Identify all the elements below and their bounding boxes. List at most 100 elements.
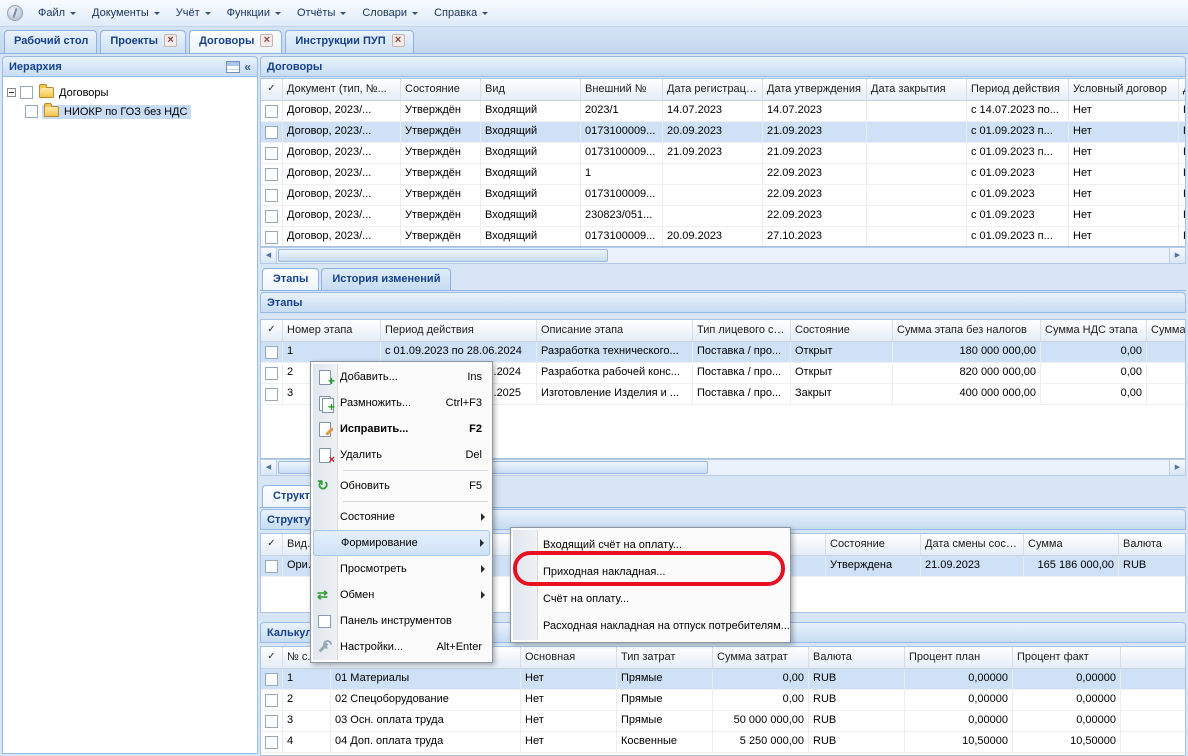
- menu-item-state[interactable]: Состояние: [313, 504, 490, 530]
- table-row[interactable]: Договор, 2023/...УтверждёнВходящий017310…: [261, 227, 1185, 247]
- column-header[interactable]: Документ (тип, №...: [283, 79, 401, 100]
- column-header[interactable]: Валюта: [809, 647, 905, 668]
- row-checkbox[interactable]: [265, 231, 278, 244]
- table-row[interactable]: 101 МатериалыНетПрямые0,00RUB0,000000,00…: [261, 669, 1185, 690]
- column-header[interactable]: Сумма НДС этапа: [1041, 320, 1147, 341]
- tree-item[interactable]: Договоры: [3, 83, 257, 102]
- menu-item-duplicate[interactable]: + Размножить... Ctrl+F3: [313, 390, 490, 416]
- column-header[interactable]: Сумма э...: [1147, 320, 1186, 341]
- tree-checkbox[interactable]: [20, 86, 33, 99]
- row-checkbox[interactable]: [265, 560, 278, 573]
- workspace-tab[interactable]: Инструкции ПУП×: [285, 30, 413, 53]
- menubar-item[interactable]: Словари: [354, 3, 426, 23]
- row-checkbox[interactable]: [265, 168, 278, 181]
- table-row[interactable]: 303 Осн. оплата трудаНетПрямые50 000 000…: [261, 711, 1185, 732]
- column-header[interactable]: Дата регистрации: [663, 79, 763, 100]
- menu-item-refresh[interactable]: Обновить F5: [313, 473, 490, 499]
- contracts-hscrollbar[interactable]: ◀ ▶: [260, 247, 1186, 264]
- column-header[interactable]: Процент факт: [1013, 647, 1121, 668]
- tree-node[interactable]: НИОКР по ГОЗ без НДС: [42, 105, 191, 119]
- menubar-item[interactable]: Файл: [30, 3, 84, 23]
- close-icon[interactable]: ×: [260, 34, 273, 47]
- tab-change-history[interactable]: История изменений: [321, 268, 451, 290]
- row-checkbox[interactable]: [265, 346, 278, 359]
- column-header[interactable]: Дата закрытия: [867, 79, 967, 100]
- row-checkbox[interactable]: [265, 367, 278, 380]
- column-header[interactable]: Условный договор: [1069, 79, 1179, 100]
- close-icon[interactable]: ×: [164, 34, 177, 47]
- table-row[interactable]: Договор, 2023/...УтверждёнВходящий2023/1…: [261, 101, 1185, 122]
- row-checkbox[interactable]: [265, 210, 278, 223]
- column-header[interactable]: Сумма этапа без налогов: [893, 320, 1041, 341]
- submenu-item-incoming-invoice[interactable]: Входящий счёт на оплату...: [513, 531, 788, 558]
- menu-item-edit[interactable]: Исправить... F2: [313, 416, 490, 442]
- tab-stages[interactable]: Этапы: [262, 268, 319, 290]
- tree-node[interactable]: Договоры: [37, 86, 112, 100]
- row-checkbox[interactable]: [265, 189, 278, 202]
- row-checkbox[interactable]: [265, 105, 278, 118]
- workspace-tab[interactable]: Договоры×: [189, 30, 282, 53]
- menu-item-add[interactable]: + Добавить... Ins: [313, 364, 490, 390]
- column-header[interactable]: [1121, 647, 1186, 668]
- menu-item-formation[interactable]: Формирование: [313, 530, 490, 556]
- table-row[interactable]: Договор, 2023/...УтверждёнВходящий017310…: [261, 122, 1185, 143]
- column-header[interactable]: Тип лицевого счёт: [693, 320, 791, 341]
- table-row[interactable]: Договор, 2023/...УтверждёнВходящий122.09…: [261, 164, 1185, 185]
- tree-item[interactable]: НИОКР по ГОЗ без НДС: [3, 102, 257, 121]
- select-all-header[interactable]: ✓: [261, 534, 283, 555]
- row-checkbox[interactable]: [265, 147, 278, 160]
- submenu-item-outgoing-note[interactable]: Расходная накладная на отпуск потребител…: [513, 612, 788, 639]
- menubar-item[interactable]: Отчёты: [289, 3, 354, 23]
- column-header[interactable]: Внешний №: [581, 79, 663, 100]
- menubar-item[interactable]: Документы: [84, 3, 168, 23]
- table-row[interactable]: 1с 01.09.2023 по 28.06.2024Разработка те…: [261, 342, 1185, 363]
- table-row[interactable]: Договор, 2023/...УтверждёнВходящий230823…: [261, 206, 1185, 227]
- column-header[interactable]: Номер этапа: [283, 320, 381, 341]
- column-header[interactable]: Состояние: [401, 79, 481, 100]
- select-all-header[interactable]: ✓: [261, 320, 283, 341]
- table-row[interactable]: 404 Доп. оплата трудаНетКосвенные5 250 0…: [261, 732, 1185, 753]
- submenu-item-receipt-note[interactable]: Приходная накладная...: [513, 558, 788, 585]
- column-header[interactable]: Период действия: [381, 320, 537, 341]
- menu-item-toolbar[interactable]: Панель инструментов: [313, 608, 490, 634]
- menu-item-exchange[interactable]: Обмен: [313, 582, 490, 608]
- table-row[interactable]: Договор, 2023/...УтверждёнВходящий017310…: [261, 185, 1185, 206]
- menu-item-settings[interactable]: Настройки... Alt+Enter: [313, 634, 490, 660]
- collapse-panel-icon[interactable]: «: [244, 61, 251, 73]
- column-header[interactable]: Сумма: [1024, 534, 1119, 555]
- scroll-thumb[interactable]: [278, 249, 608, 262]
- column-header[interactable]: Состояние: [791, 320, 893, 341]
- column-header[interactable]: Вид: [481, 79, 581, 100]
- column-header[interactable]: До...: [1179, 79, 1186, 100]
- tree-checkbox[interactable]: [25, 105, 38, 118]
- scroll-right-icon[interactable]: ▶: [1169, 248, 1185, 263]
- select-all-header[interactable]: ✓: [261, 647, 283, 668]
- scroll-right-icon[interactable]: ▶: [1169, 460, 1185, 475]
- column-header[interactable]: Валюта: [1119, 534, 1186, 555]
- submenu-item-payment-invoice[interactable]: Счёт на оплату...: [513, 585, 788, 612]
- scroll-left-icon[interactable]: ◀: [261, 460, 277, 475]
- table-row[interactable]: Договор, 2023/...УтверждёнВходящий017310…: [261, 143, 1185, 164]
- column-header[interactable]: Основная: [521, 647, 617, 668]
- row-checkbox[interactable]: [265, 388, 278, 401]
- close-icon[interactable]: ×: [392, 34, 405, 47]
- column-header[interactable]: Состояние: [826, 534, 921, 555]
- column-header[interactable]: Сумма затрат: [713, 647, 809, 668]
- menu-item-view[interactable]: Просмотреть: [313, 556, 490, 582]
- hierarchy-view-icon[interactable]: [226, 61, 240, 73]
- row-checkbox[interactable]: [265, 715, 278, 728]
- column-header[interactable]: Дата смены состоя: [921, 534, 1024, 555]
- row-checkbox[interactable]: [265, 694, 278, 707]
- column-header[interactable]: Период действия: [967, 79, 1069, 100]
- workspace-tab[interactable]: Рабочий стол: [4, 30, 97, 53]
- menu-item-delete[interactable]: × Удалить Del: [313, 442, 490, 468]
- menubar-item[interactable]: Функции: [219, 3, 289, 23]
- row-checkbox[interactable]: [265, 736, 278, 749]
- column-header[interactable]: Процент план: [905, 647, 1013, 668]
- row-checkbox[interactable]: [265, 126, 278, 139]
- column-header[interactable]: Тип затрат: [617, 647, 713, 668]
- column-header[interactable]: Описание этапа: [537, 320, 693, 341]
- tree-expander-icon[interactable]: [7, 88, 16, 97]
- scroll-left-icon[interactable]: ◀: [261, 248, 277, 263]
- row-checkbox[interactable]: [265, 673, 278, 686]
